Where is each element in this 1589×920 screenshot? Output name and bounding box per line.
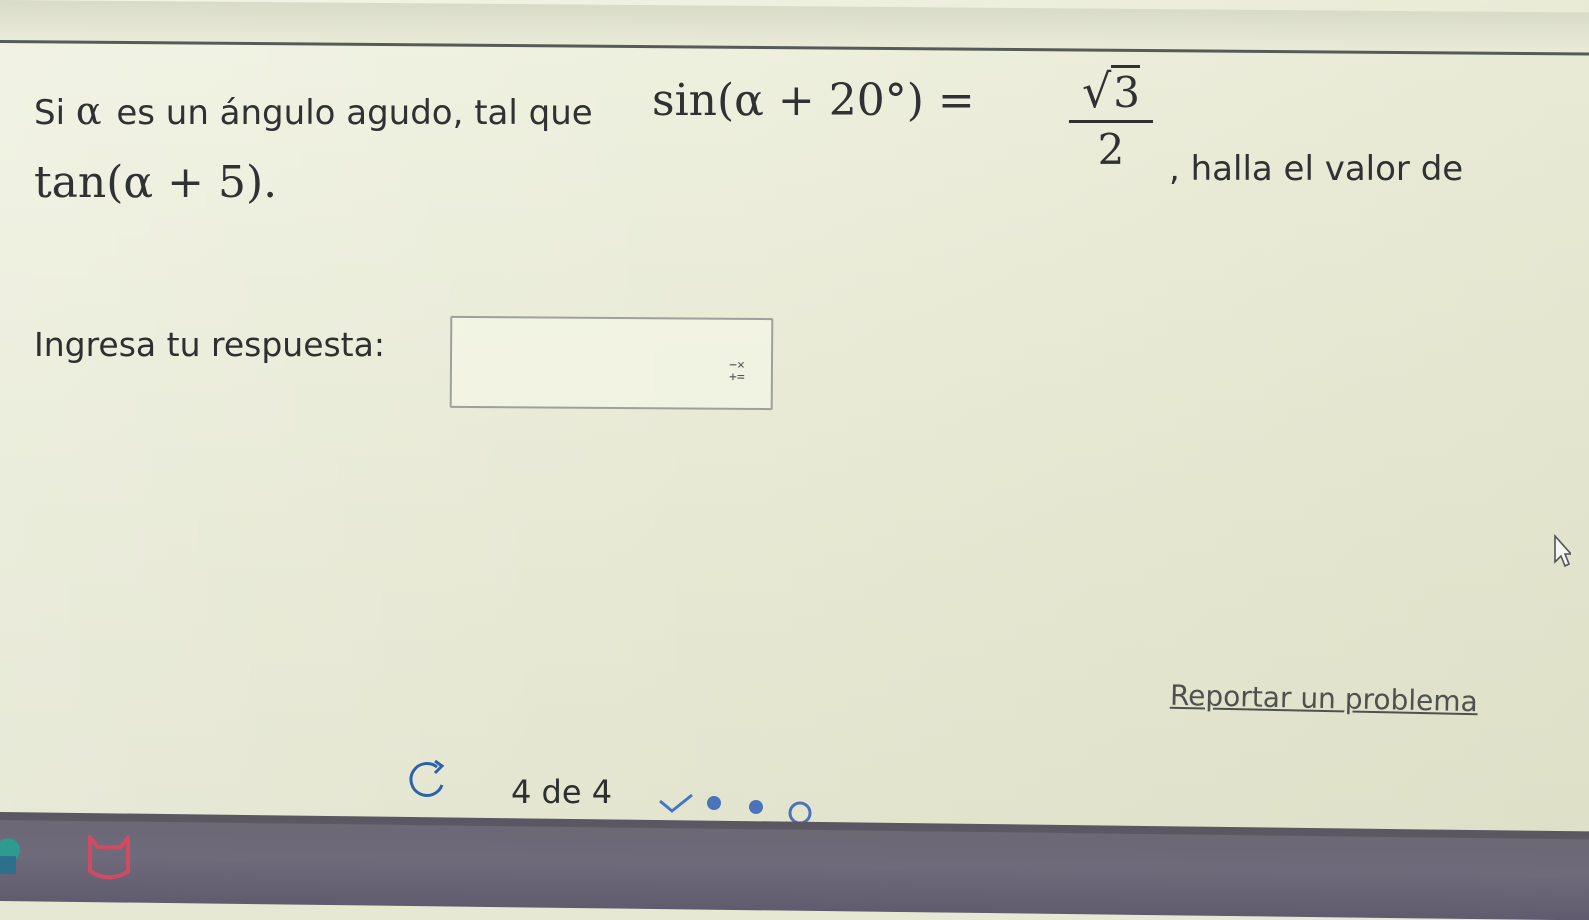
fraction-numerator: √3 xyxy=(1069,65,1153,123)
completed-check-icon xyxy=(659,793,693,813)
answer-label: Ingresa tu respuesta: xyxy=(34,325,385,364)
condition-fraction: √3 2 xyxy=(1069,65,1153,174)
sqrt-radicand: 3 xyxy=(1111,65,1141,117)
math-keyboard-icon[interactable]: −× += xyxy=(725,358,749,388)
progress-text: 4 de 4 xyxy=(511,773,613,811)
answer-input[interactable]: −× += xyxy=(449,315,774,411)
sqrt-symbol: √ xyxy=(1081,64,1112,118)
question-prefix: Si α es un ángulo agudo, tal que xyxy=(34,88,593,136)
question-suffix: , halla el valor de xyxy=(1169,149,1464,189)
step-dot-filled xyxy=(707,796,721,810)
step-dot-filled xyxy=(749,800,763,814)
taskbar-left-icon[interactable] xyxy=(0,838,26,875)
question-prefix-label: Si xyxy=(34,93,76,133)
step-dot-current xyxy=(788,801,812,825)
condition-expression: sin(α + 20°) = xyxy=(652,75,975,126)
shield-icon[interactable] xyxy=(80,834,138,884)
alpha-symbol: α xyxy=(75,89,102,133)
report-problem-link[interactable]: Reportar un problema xyxy=(1170,679,1478,718)
progress-footer: 4 de 4 xyxy=(390,755,840,825)
answer-row: Ingresa tu respuesta: −× += xyxy=(34,315,794,417)
question-body-text: es un ángulo agudo, tal que xyxy=(116,93,593,133)
os-taskbar xyxy=(0,812,1589,920)
question-line-1: Si α es un ángulo agudo, tal que sin(α +… xyxy=(34,65,1554,189)
mouse-pointer-icon xyxy=(1554,534,1571,568)
refresh-icon[interactable] xyxy=(404,758,452,802)
target-expression: tan(α + 5). xyxy=(34,157,278,208)
question-card: Si α es un ángulo agudo, tal que sin(α +… xyxy=(34,65,1554,206)
fraction-denominator: 2 xyxy=(1097,125,1125,174)
